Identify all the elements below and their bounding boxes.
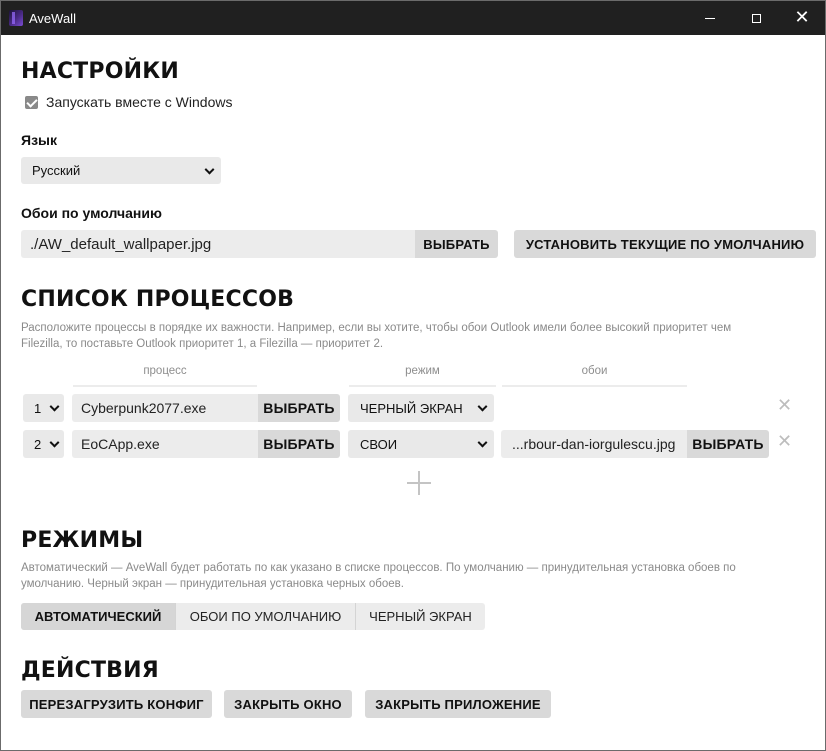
language-select[interactable]: Русский bbox=[21, 157, 221, 184]
default-wallpaper-path-field[interactable]: ./AW_default_wallpaper.jpg bbox=[21, 230, 415, 258]
actions-heading: ДЕЙСТВИЯ bbox=[21, 658, 159, 683]
default-wallpaper-heading: Обои по умолчанию bbox=[21, 205, 162, 221]
add-process-plus-icon[interactable] bbox=[407, 471, 431, 495]
chevron-down-icon bbox=[477, 401, 488, 412]
autostart-label[interactable]: Запускать вместе с Windows bbox=[46, 94, 232, 110]
mode-value: СВОИ bbox=[360, 436, 398, 452]
maximize-icon bbox=[751, 13, 761, 23]
minimize-button[interactable] bbox=[687, 1, 733, 35]
remove-row-2-icon[interactable]: ✕ bbox=[777, 433, 792, 451]
column-header-process: процесс bbox=[73, 365, 257, 387]
close-window-action-button[interactable]: ЗАКРЫТЬ ОКНО bbox=[224, 690, 352, 718]
settings-heading: НАСТРОЙКИ bbox=[21, 59, 180, 84]
maximize-button[interactable] bbox=[733, 1, 779, 35]
priority-value: 1 bbox=[34, 400, 42, 416]
chevron-down-icon bbox=[49, 437, 60, 448]
process-name-field-row-1[interactable]: Cyberpunk2077.exe bbox=[72, 394, 258, 422]
mode-option-automatic[interactable]: АВТОМАТИЧЕСКИЙ bbox=[21, 603, 176, 630]
language-heading: Язык bbox=[21, 132, 57, 148]
priority-select-row-2[interactable]: 2 bbox=[23, 430, 64, 458]
column-header-mode: режим bbox=[349, 365, 496, 387]
process-name-field-row-2[interactable]: EoCApp.exe bbox=[72, 430, 258, 458]
mode-select-row-2[interactable]: СВОИ bbox=[348, 430, 494, 458]
process-list-heading: СПИСОК ПРОЦЕССОВ bbox=[21, 287, 295, 312]
choose-process-button-row-1[interactable]: ВЫБРАТЬ bbox=[258, 394, 340, 422]
app-window: AveWall ✕ НАСТРОЙКИ Запускать вместе с W… bbox=[0, 0, 826, 751]
avewall-app-icon bbox=[9, 10, 23, 26]
modes-note-line-2: умолчанию. Черный экран — принудительная… bbox=[21, 578, 404, 590]
choose-process-button-row-2[interactable]: ВЫБРАТЬ bbox=[258, 430, 340, 458]
mode-segmented-control: АВТОМАТИЧЕСКИЙ ОБОИ ПО УМОЛЧАНИЮ ЧЕРНЫЙ … bbox=[21, 603, 485, 630]
close-icon: ✕ bbox=[794, 7, 810, 28]
modes-heading: РЕЖИМЫ bbox=[21, 528, 144, 553]
reload-config-button[interactable]: ПЕРЕЗАГРУЗИТЬ КОНФИГ bbox=[21, 690, 212, 718]
set-current-default-button[interactable]: УСТАНОВИТЬ ТЕКУЩИЕ ПО УМОЛЧАНИЮ bbox=[514, 230, 816, 258]
modes-note-line-1: Автоматический — AveWall будет работать … bbox=[21, 562, 736, 574]
autostart-row[interactable]: Запускать вместе с Windows bbox=[25, 94, 232, 110]
wallpaper-path-field-row-2[interactable]: ...rbour-dan-iorgulescu.jpg bbox=[501, 430, 687, 458]
chevron-down-icon bbox=[204, 164, 215, 175]
mode-option-default-wallpaper[interactable]: ОБОИ ПО УМОЛЧАНИЮ bbox=[176, 603, 356, 630]
remove-row-1-icon[interactable]: ✕ bbox=[777, 397, 792, 415]
chevron-down-icon bbox=[49, 401, 60, 412]
title-bar[interactable]: AveWall ✕ bbox=[1, 1, 825, 35]
process-list-note-line-2: Filezilla, то поставьте Outlook приорите… bbox=[21, 338, 384, 350]
chevron-down-icon bbox=[477, 437, 488, 448]
choose-default-wallpaper-button[interactable]: ВЫБРАТЬ bbox=[415, 230, 498, 258]
priority-select-row-1[interactable]: 1 bbox=[23, 394, 64, 422]
close-window-button[interactable]: ✕ bbox=[779, 1, 825, 35]
mode-value: ЧЕРНЫЙ ЭКРАН bbox=[360, 400, 463, 416]
settings-page: НАСТРОЙКИ Запускать вместе с Windows Язы… bbox=[1, 35, 825, 750]
window-title: AveWall bbox=[29, 11, 76, 26]
choose-wallpaper-button-row-2[interactable]: ВЫБРАТЬ bbox=[687, 430, 769, 458]
close-app-button[interactable]: ЗАКРЫТЬ ПРИЛОЖЕНИЕ bbox=[365, 690, 551, 718]
language-select-value: Русский bbox=[32, 163, 81, 178]
process-list-note-line-1: Расположите процессы в порядке их важнос… bbox=[21, 322, 732, 334]
minimize-icon bbox=[705, 17, 715, 19]
autostart-checkbox[interactable] bbox=[25, 95, 38, 109]
mode-select-row-1[interactable]: ЧЕРНЫЙ ЭКРАН bbox=[348, 394, 494, 422]
mode-option-black-screen[interactable]: ЧЕРНЫЙ ЭКРАН bbox=[356, 603, 485, 630]
priority-value: 2 bbox=[34, 436, 42, 452]
column-header-wallpaper: обои bbox=[502, 365, 687, 387]
